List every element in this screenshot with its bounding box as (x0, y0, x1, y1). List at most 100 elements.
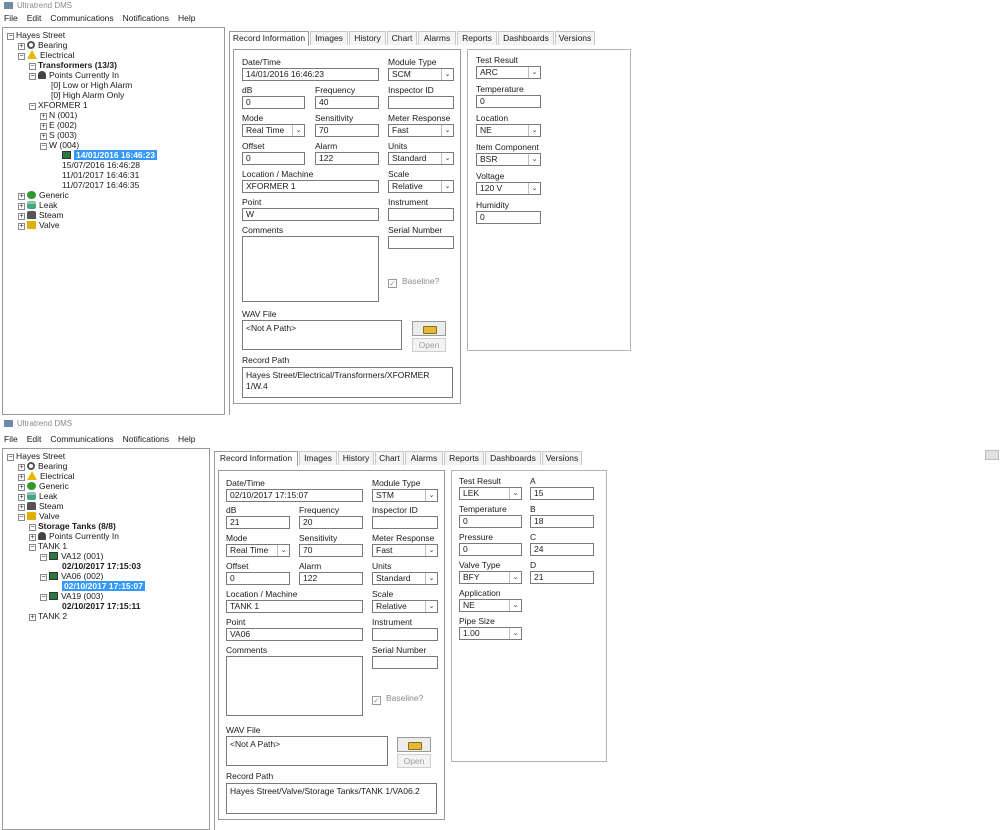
chevron-down-icon[interactable]: ⌄ (509, 628, 521, 639)
tab-record-information[interactable]: Record Information (214, 451, 298, 466)
expand-icon[interactable]: + (18, 43, 25, 50)
tree-node[interactable]: + Generic (18, 481, 69, 491)
chevron-down-icon[interactable]: ⌄ (509, 600, 521, 611)
menu-help[interactable]: Help (178, 13, 195, 23)
tab-alarms[interactable]: Alarms (405, 451, 443, 465)
comments-textarea[interactable] (226, 656, 363, 716)
c-field[interactable]: 24 (530, 543, 594, 556)
location-machine-field[interactable]: TANK 1 (226, 600, 363, 613)
tab-chart[interactable]: Chart (375, 451, 404, 465)
db-field[interactable]: 21 (226, 516, 290, 529)
module-type-select[interactable]: STM ⌄ (372, 489, 438, 502)
chevron-down-icon[interactable]: ⌄ (425, 490, 437, 501)
tree-node[interactable]: + Valve (18, 220, 60, 230)
tree-node[interactable]: 14/01/2016 16:46:23 (51, 150, 157, 160)
pressure-field[interactable]: 0 (459, 543, 522, 556)
tab-dashboards[interactable]: Dashboards (498, 31, 554, 45)
tab-reports[interactable]: Reports (444, 451, 484, 465)
comments-textarea[interactable] (242, 236, 379, 302)
tree-node[interactable]: + Generic (18, 190, 69, 200)
temperature-field[interactable]: 0 (459, 515, 522, 528)
mode-select[interactable]: Real Time ⌄ (242, 124, 305, 137)
expand-icon[interactable]: + (18, 504, 25, 511)
tree-node[interactable]: + Leak (18, 200, 57, 210)
collapse-icon[interactable]: − (29, 103, 36, 110)
tab-record-information[interactable]: Record Information (229, 31, 309, 46)
location-machine-field[interactable]: XFORMER 1 (242, 180, 379, 193)
tree-node[interactable]: + S (003) (40, 130, 77, 140)
expand-icon[interactable]: + (18, 484, 25, 491)
tree-node[interactable]: + N (001) (40, 110, 77, 120)
chevron-down-icon[interactable]: ⌄ (292, 125, 304, 136)
tab-history[interactable]: History (349, 31, 386, 45)
chevron-down-icon[interactable]: ⌄ (441, 153, 453, 164)
wav-file-field[interactable]: <Not A Path> (242, 320, 402, 350)
tree-node[interactable]: + E (002) (40, 120, 77, 130)
serial-number-field[interactable] (372, 656, 438, 669)
tree-node[interactable]: + Bearing (18, 461, 67, 471)
tree-view[interactable]: − Hayes Street + Bearing + Electrical + Generic… (2, 448, 210, 830)
menu-communications[interactable]: Communications (50, 434, 113, 444)
collapse-icon[interactable]: − (29, 73, 36, 80)
frequency-field[interactable]: 40 (315, 96, 379, 109)
tree-node[interactable]: 15/07/2016 16:46:28 (51, 160, 140, 170)
browse-folder-button[interactable] (397, 737, 431, 752)
tree-node[interactable]: 11/07/2017 16:46:35 (51, 180, 139, 190)
collapse-icon[interactable]: − (40, 143, 47, 150)
browse-folder-button[interactable] (412, 321, 446, 336)
tree-node[interactable]: − Points Currently In (29, 70, 119, 80)
instrument-field[interactable] (388, 208, 454, 221)
tree-node[interactable]: − Hayes Street (7, 30, 65, 40)
tree-node[interactable]: − Electrical (18, 50, 74, 60)
test-result-select[interactable]: LEK ⌄ (459, 487, 522, 500)
test-result-select[interactable]: ARC ⌄ (476, 66, 541, 79)
item-component-select[interactable]: BSR ⌄ (476, 153, 541, 166)
tab-versions[interactable]: Versions (542, 451, 582, 465)
chevron-down-icon[interactable]: ⌄ (528, 154, 540, 165)
tree-node[interactable]: + Electrical (18, 471, 74, 481)
chevron-down-icon[interactable]: ⌄ (528, 125, 540, 136)
scale-select[interactable]: Relative ⌄ (372, 600, 438, 613)
point-field[interactable]: W (242, 208, 379, 221)
tab-alarms[interactable]: Alarms (418, 31, 456, 45)
a-field[interactable]: 15 (530, 487, 594, 500)
tree-node[interactable]: − TANK 1 (29, 541, 67, 551)
menu-file[interactable]: File (4, 13, 18, 23)
menu-help[interactable]: Help (178, 434, 195, 444)
location-select[interactable]: NE ⌄ (476, 124, 541, 137)
point-field[interactable]: VA06 (226, 628, 363, 641)
tab-history[interactable]: History (338, 451, 374, 465)
inspector-id-field[interactable] (372, 516, 438, 529)
open-button[interactable]: Open (397, 754, 431, 768)
window-corner-button[interactable] (985, 450, 999, 460)
tree-node[interactable]: − Storage Tanks (8/8) (29, 521, 116, 531)
expand-icon[interactable]: + (18, 203, 25, 210)
collapse-icon[interactable]: − (18, 514, 25, 521)
collapse-icon[interactable]: − (7, 454, 14, 461)
alarm-field[interactable]: 122 (299, 572, 363, 585)
tree-node[interactable]: − Transformers (13/3) (29, 60, 117, 70)
tree-node[interactable]: − VA19 (003) (40, 591, 103, 601)
chevron-down-icon[interactable]: ⌄ (441, 69, 453, 80)
collapse-icon[interactable]: − (40, 574, 47, 581)
chevron-down-icon[interactable]: ⌄ (441, 125, 453, 136)
date-time-field[interactable]: 02/10/2017 17:15:07 (226, 489, 363, 502)
expand-icon[interactable]: + (40, 123, 47, 130)
expand-icon[interactable]: + (18, 193, 25, 200)
tree-node[interactable]: + TANK 2 (29, 611, 67, 621)
chevron-down-icon[interactable]: ⌄ (441, 181, 453, 192)
pipe-size-select[interactable]: 1.00 ⌄ (459, 627, 522, 640)
record-path-field[interactable]: Hayes Street/Valve/Storage Tanks/TANK 1/… (226, 783, 437, 814)
baseline-checkbox[interactable]: ✓ Baseline? (388, 276, 439, 288)
chevron-down-icon[interactable]: ⌄ (528, 67, 540, 78)
tree-node[interactable]: − Hayes Street (7, 451, 65, 461)
expand-icon[interactable]: + (18, 494, 25, 501)
tree-node[interactable]: 02/10/2017 17:15:07 (51, 581, 145, 591)
sensitivity-field[interactable]: 70 (299, 544, 363, 557)
inspector-id-field[interactable] (388, 96, 454, 109)
meter-response-select[interactable]: Fast ⌄ (372, 544, 438, 557)
tree-node[interactable]: + Steam (18, 210, 64, 220)
tree-view[interactable]: − Hayes Street + Bearing − Electrical − Transfo… (2, 27, 225, 415)
expand-icon[interactable]: + (29, 534, 36, 541)
tab-dashboards[interactable]: Dashboards (485, 451, 541, 465)
